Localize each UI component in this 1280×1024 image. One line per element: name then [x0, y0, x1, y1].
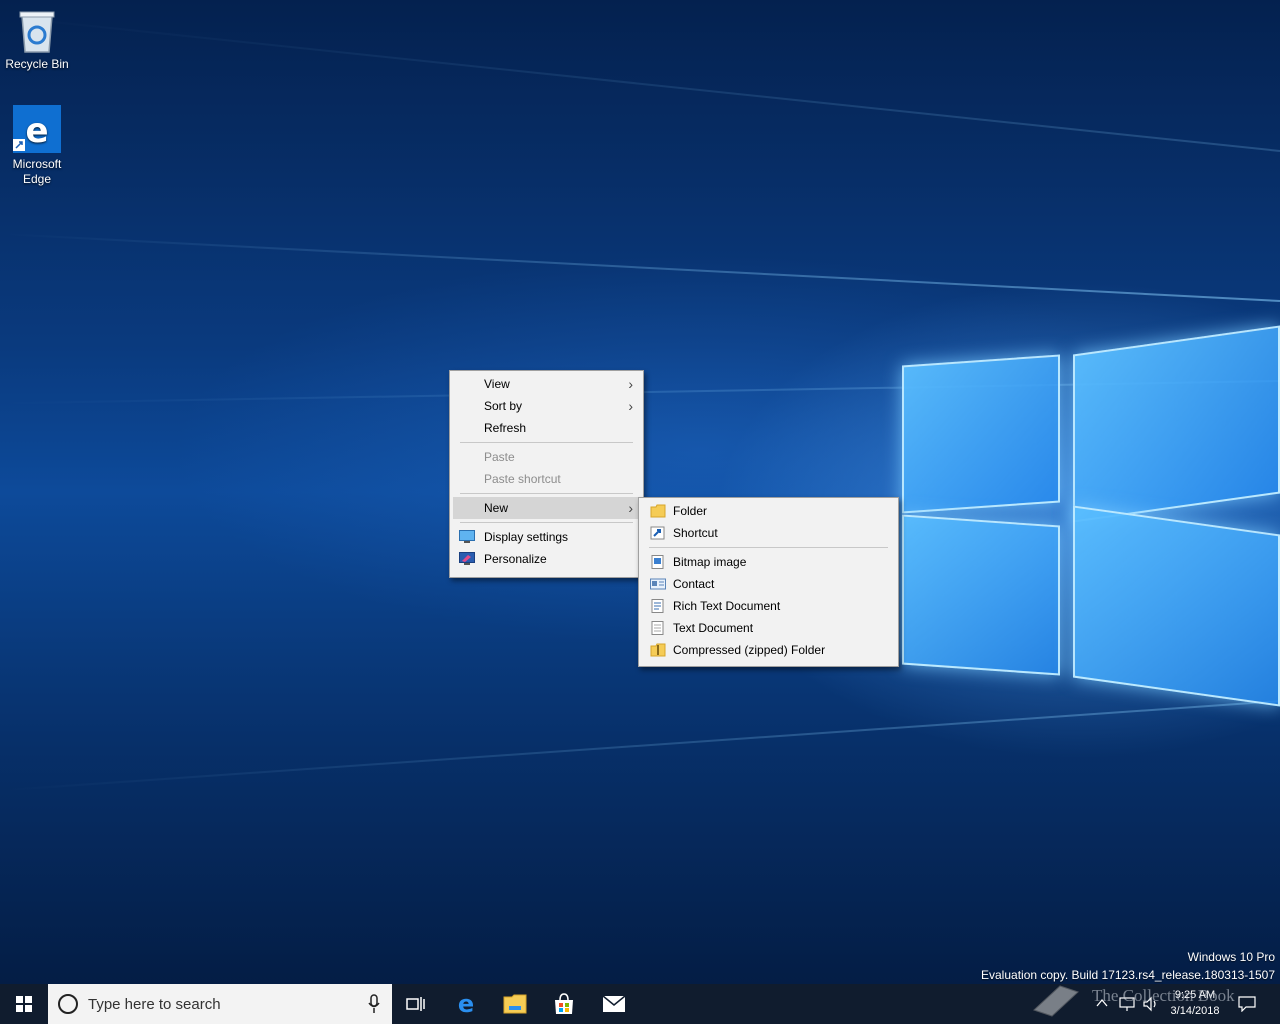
chevron-right-icon: ›	[628, 376, 633, 392]
menu-item-view[interactable]: View ›	[450, 373, 643, 395]
chevron-right-icon: ›	[628, 398, 633, 414]
taskbar-mail-button[interactable]	[590, 984, 638, 1024]
menu-separator	[460, 522, 633, 523]
file-explorer-icon	[503, 994, 527, 1014]
folder-icon	[650, 504, 666, 518]
search-placeholder: Type here to search	[88, 996, 221, 1013]
menu-item-label: Rich Text Document	[673, 599, 781, 613]
menu-item-label: Folder	[673, 504, 708, 518]
rich-text-document-icon	[651, 599, 664, 613]
menu-item-paste: Paste	[450, 446, 643, 468]
edge-icon: e	[13, 105, 61, 153]
menu-item-label: New	[484, 501, 509, 515]
store-icon	[555, 993, 573, 1014]
submenu-item-rich-text-document[interactable]: Rich Text Document	[639, 595, 898, 617]
watermark-edition: Windows 10 Pro	[1187, 950, 1275, 964]
menu-separator	[460, 442, 633, 443]
desktop-icon-recycle-bin[interactable]: Recycle Bin	[2, 8, 72, 72]
menu-item-label: Shortcut	[673, 526, 718, 540]
task-view-icon	[406, 997, 425, 1011]
windows-logo-pane	[1073, 505, 1280, 707]
taskbar-file-explorer-button[interactable]	[491, 984, 539, 1024]
menu-item-label: Paste shortcut	[484, 472, 561, 486]
windows-logo-pane	[902, 354, 1060, 514]
submenu-item-folder[interactable]: Folder	[639, 500, 898, 522]
menu-item-label: Refresh	[484, 421, 527, 435]
menu-item-label: Contact	[673, 577, 715, 591]
overlay-text: The Collection Book	[1092, 986, 1235, 1005]
light-beam	[1, 233, 1280, 302]
desktop-icon-label: Microsoft Edge	[12, 157, 62, 186]
light-beam	[6, 16, 1280, 152]
submenu-item-compressed-folder[interactable]: Compressed (zipped) Folder	[639, 639, 898, 661]
display-settings-icon	[459, 530, 475, 543]
windows-logo-pane	[1073, 325, 1280, 523]
menu-item-refresh[interactable]: Refresh	[450, 417, 643, 439]
desktop-context-menu: View › Sort by › Refresh Paste Paste sho…	[449, 370, 644, 578]
personalize-icon	[459, 552, 475, 565]
menu-item-label: Bitmap image	[673, 555, 747, 569]
windows-logo-pane	[902, 514, 1060, 676]
collection-book-overlay: The Collection Book	[1030, 976, 1280, 1024]
menu-item-label: Sort by	[484, 399, 523, 413]
menu-item-sort-by[interactable]: Sort by ›	[450, 395, 643, 417]
recycle-bin-icon	[19, 11, 55, 53]
menu-item-label: Personalize	[484, 552, 547, 566]
chevron-right-icon: ›	[628, 500, 633, 516]
submenu-item-text-document[interactable]: Text Document	[639, 617, 898, 639]
menu-separator	[460, 493, 633, 494]
taskbar-search-box[interactable]: Type here to search	[48, 984, 392, 1024]
taskbar-store-button[interactable]	[540, 984, 588, 1024]
text-document-icon	[651, 621, 664, 635]
task-view-button[interactable]	[392, 984, 440, 1024]
new-submenu: Folder Shortcut Bitmap image Contact Ric…	[638, 497, 899, 667]
book-logo-icon	[1033, 985, 1079, 1017]
bitmap-image-icon	[651, 555, 664, 569]
submenu-item-shortcut[interactable]: Shortcut	[639, 522, 898, 544]
contact-icon	[650, 578, 666, 590]
menu-item-new[interactable]: New ›	[453, 497, 640, 519]
svg-text:e: e	[25, 111, 48, 151]
menu-item-label: Display settings	[484, 530, 569, 544]
taskbar-edge-button[interactable]: e	[442, 984, 490, 1024]
windows-start-icon	[16, 996, 32, 1012]
desktop-icon-microsoft-edge[interactable]: e Microsoft Edge	[2, 104, 72, 187]
menu-item-personalize[interactable]: Personalize	[450, 548, 643, 570]
menu-item-label: Text Document	[673, 621, 754, 635]
shortcut-icon	[650, 526, 665, 540]
menu-item-paste-shortcut: Paste shortcut	[450, 468, 643, 490]
zip-folder-icon	[650, 643, 666, 657]
menu-item-label: Paste	[484, 450, 515, 464]
light-beam	[3, 700, 1280, 792]
menu-item-display-settings[interactable]: Display settings	[450, 526, 643, 548]
mail-icon	[602, 995, 626, 1012]
menu-item-label: Compressed (zipped) Folder	[673, 643, 826, 657]
cortana-icon	[58, 994, 78, 1014]
submenu-item-bitmap-image[interactable]: Bitmap image	[639, 551, 898, 573]
svg-text:e: e	[458, 992, 474, 1016]
start-button[interactable]	[0, 984, 48, 1024]
microphone-icon[interactable]	[368, 994, 380, 1014]
taskbar: Type here to search e 9:25 AM 3/14/2018 …	[0, 984, 1280, 1024]
menu-separator	[649, 547, 888, 548]
desktop-icon-label: Recycle Bin	[5, 57, 69, 71]
edge-icon: e	[458, 992, 474, 1016]
menu-item-label: View	[484, 377, 510, 391]
submenu-item-contact[interactable]: Contact	[639, 573, 898, 595]
